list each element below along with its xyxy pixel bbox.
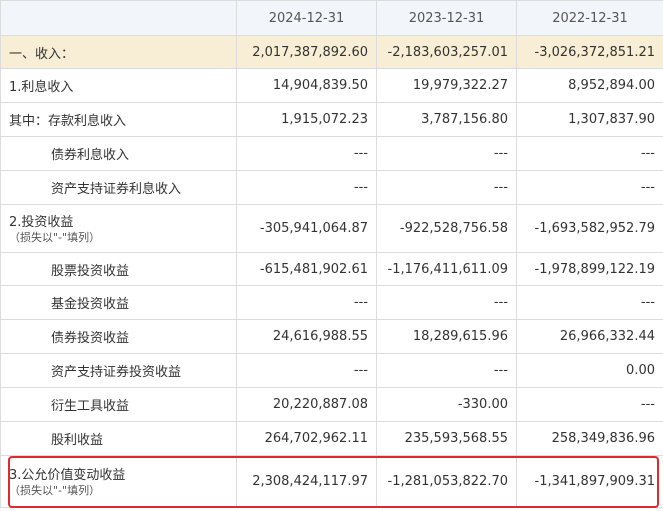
income-statement-table: 2024-12-31 2023-12-31 2022-12-31 一、收入： 2… — [0, 0, 663, 508]
row-label: 其中：存款利息收入 — [0, 102, 237, 137]
header-row: 2024-12-31 2023-12-31 2022-12-31 — [0, 0, 663, 36]
cell-value: -2,183,603,257.01 — [376, 35, 517, 69]
table-row: 股利收益 264,702,962.11 235,593,568.55 258,3… — [0, 421, 663, 456]
cell-value: --- — [516, 170, 663, 205]
cell-value: --- — [376, 353, 517, 388]
table-row: 资产支持证券投资收益 --- --- 0.00 — [0, 353, 663, 388]
cell-value: 3,787,156.80 — [376, 102, 517, 137]
row-label: 一、收入： — [0, 35, 237, 69]
cell-value: --- — [236, 170, 377, 205]
cell-value: --- — [236, 285, 377, 320]
cell-value: --- — [376, 170, 517, 205]
table-row: 债券投资收益 24,616,988.55 18,289,615.96 26,96… — [0, 319, 663, 354]
cell-value: 26,966,332.44 — [516, 319, 663, 354]
cell-value: 1,915,072.23 — [236, 102, 377, 137]
header-item-col — [0, 0, 237, 36]
cell-value: 264,702,962.11 — [236, 421, 377, 456]
cell-value: 2,017,387,892.60 — [236, 35, 377, 69]
row-note: （损失以"-"填列） — [9, 483, 101, 497]
cell-value: -3,026,372,851.21 — [516, 35, 663, 69]
cell-value: -1,693,582,952.79 — [516, 204, 663, 253]
row-label: 2.投资收益 — [9, 214, 74, 230]
cell-value: 235,593,568.55 — [376, 421, 517, 456]
row-label-group: 2.投资收益 （损失以"-"填列） — [0, 204, 237, 253]
header-date-2023[interactable]: 2023-12-31 — [376, 0, 517, 36]
table-row: 股票投资收益 -615,481,902.61 -1,176,411,611.09… — [0, 252, 663, 286]
cell-value: -1,341,897,909.31 — [516, 455, 663, 508]
cell-value: -1,978,899,122.19 — [516, 252, 663, 286]
cell-value: 0.00 — [516, 353, 663, 388]
row-note: （损失以"-"填列） — [9, 230, 101, 244]
cell-value: --- — [516, 136, 663, 171]
cell-value: --- — [376, 285, 517, 320]
table-row: 基金投资收益 --- --- --- — [0, 285, 663, 320]
cell-value: 18,289,615.96 — [376, 319, 517, 354]
row-label: 债券利息收入 — [0, 136, 237, 171]
row-label: 资产支持证券投资收益 — [0, 353, 237, 388]
cell-value: 14,904,839.50 — [236, 68, 377, 103]
cell-value: --- — [376, 136, 517, 171]
row-label: 1.利息收入 — [0, 68, 237, 103]
row-label: 衍生工具收益 — [0, 387, 237, 422]
row-label: 股票投资收益 — [0, 252, 237, 286]
cell-value: -330.00 — [376, 387, 517, 422]
row-label: 债券投资收益 — [0, 319, 237, 354]
cell-value: -1,176,411,611.09 — [376, 252, 517, 286]
cell-value: -615,481,902.61 — [236, 252, 377, 286]
row-label: 资产支持证券利息收入 — [0, 170, 237, 205]
cell-value: -1,281,053,822.70 — [376, 455, 517, 508]
cell-value: --- — [516, 285, 663, 320]
row-label: 3.公允价值变动收益 — [9, 467, 126, 483]
table-row: 衍生工具收益 20,220,887.08 -330.00 --- — [0, 387, 663, 422]
row-label: 基金投资收益 — [0, 285, 237, 320]
table-row: 1.利息收入 14,904,839.50 19,979,322.27 8,952… — [0, 68, 663, 103]
row-label: 股利收益 — [0, 421, 237, 456]
table-row: 一、收入： 2,017,387,892.60 -2,183,603,257.01… — [0, 35, 663, 69]
table-row: 债券利息收入 --- --- --- — [0, 136, 663, 171]
row-label-group: 3.公允价值变动收益 （损失以"-"填列） — [0, 455, 237, 508]
cell-value: 258,349,836.96 — [516, 421, 663, 456]
cell-value: 2,308,424,117.97 — [236, 455, 377, 508]
financial-table-view: 2024-12-31 2023-12-31 2022-12-31 一、收入： 2… — [0, 0, 663, 511]
cell-value: --- — [236, 136, 377, 171]
table-row: 资产支持证券利息收入 --- --- --- — [0, 170, 663, 205]
cell-value: 1,307,837.90 — [516, 102, 663, 137]
cell-value: 20,220,887.08 — [236, 387, 377, 422]
cell-value: 19,979,322.27 — [376, 68, 517, 103]
header-date-2024[interactable]: 2024-12-31 — [236, 0, 377, 36]
cell-value: 24,616,988.55 — [236, 319, 377, 354]
cell-value: 8,952,894.00 — [516, 68, 663, 103]
table-row: 3.公允价值变动收益 （损失以"-"填列） 2,308,424,117.97 -… — [0, 455, 663, 508]
table-row: 2.投资收益 （损失以"-"填列） -305,941,064.87 -922,5… — [0, 204, 663, 253]
cell-value: -922,528,756.58 — [376, 204, 517, 253]
cell-value: --- — [516, 387, 663, 422]
cell-value: -305,941,064.87 — [236, 204, 377, 253]
table-row: 其中：存款利息收入 1,915,072.23 3,787,156.80 1,30… — [0, 102, 663, 137]
cell-value: --- — [236, 353, 377, 388]
header-date-2022[interactable]: 2022-12-31 — [516, 0, 663, 36]
